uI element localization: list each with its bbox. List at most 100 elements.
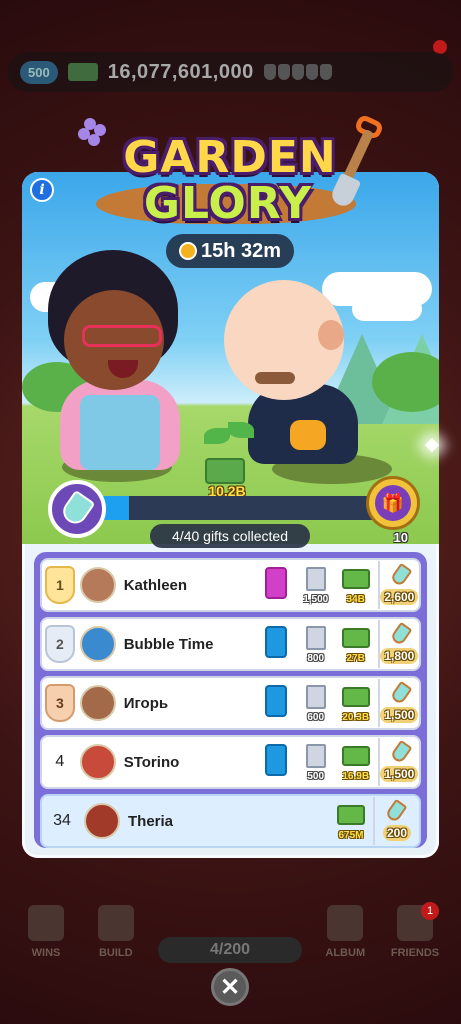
player-name: Игорь [123, 694, 169, 712]
rank: 2 [55, 636, 64, 652]
sticker-pack-icon [264, 567, 287, 599]
building-reward: 500 [298, 740, 334, 784]
gardener-woman-glasses [82, 325, 162, 347]
points-value: 1,500 [380, 766, 419, 782]
cash-reward: 675M [333, 799, 369, 843]
sprout-icon [200, 420, 260, 460]
rank: 4 [55, 753, 65, 770]
rank-cell: 3 [42, 678, 78, 728]
gift-count: 10 [393, 530, 408, 545]
building-icon [305, 685, 326, 709]
avatar [79, 567, 116, 603]
trowel-badge[interactable] [48, 480, 106, 538]
rank: 1 [55, 577, 64, 593]
dice-counter[interactable]: 500 [20, 60, 58, 84]
gift-badge[interactable]: 🎁 [366, 476, 420, 530]
board-progress: 4/200 [158, 937, 302, 963]
cash-stack-icon [341, 569, 370, 589]
close-button[interactable]: ✕ [211, 968, 249, 1006]
points-cell: 1,800 [377, 620, 419, 668]
rewards: 675M [333, 799, 369, 843]
gift-icon: 🎁 [375, 485, 411, 521]
leaderboard-row[interactable]: 1 Kathleen 1,500 34B 2,600 [40, 558, 421, 612]
nav-wins[interactable]: WINS [16, 905, 76, 975]
rewards: 800 27B [258, 622, 374, 666]
player-name: STorino [123, 753, 180, 771]
cash-stack-icon [341, 628, 370, 648]
leaderboard-row[interactable]: 3 Игорь 600 20.3B 1,500 [40, 676, 421, 730]
sticker-pack-icon [264, 626, 287, 658]
trowel-icon [389, 680, 413, 706]
current-player-row[interactable]: 34 Theria 675M 200 [40, 794, 421, 848]
avatar [79, 626, 116, 662]
cash-icon [67, 63, 98, 81]
building-icon [305, 567, 326, 591]
cash-reward: 27B [338, 622, 374, 666]
rewards: 500 16.9B [258, 740, 374, 784]
trowel-icon [58, 489, 96, 529]
points-value: 1,500 [380, 707, 419, 723]
player-name: Kathleen [123, 576, 188, 594]
album-icon [327, 905, 364, 941]
points-value: 1,800 [380, 648, 419, 664]
rewards: 1,500 34B [258, 563, 374, 607]
sticker-pack-reward [258, 740, 294, 784]
sticker-pack-reward [258, 563, 294, 607]
player-name: Bubble Time [123, 635, 214, 653]
cash-balance: 16,077,601,000 [107, 60, 254, 83]
sticker-pack-icon [264, 744, 287, 776]
rank: 34 [53, 812, 71, 829]
trowel-icon [389, 562, 413, 588]
cash-value: 16.9B [342, 771, 370, 782]
building-icon [305, 626, 326, 650]
points-value: 2,600 [380, 589, 419, 605]
trowel-icon [389, 739, 413, 765]
leaderboard-row[interactable]: 2 Bubble Time 800 27B 1,800 [40, 617, 421, 671]
silver-trophy-icon: 2 [44, 625, 75, 663]
player-name: Theria [128, 812, 174, 830]
gifts-collected-text: 4/40 gifts collected [150, 524, 310, 548]
sticker-pack-reward [258, 622, 294, 666]
trowel-icon [389, 621, 413, 647]
points-cell: 200 [373, 797, 419, 845]
avatar [84, 803, 120, 839]
cash-value: 27B [346, 653, 365, 664]
nav-album[interactable]: ALBUM [315, 905, 375, 975]
event-timer: 15h 32m [166, 234, 294, 268]
shovel-icon [328, 113, 390, 218]
building-reward: 600 [298, 681, 334, 725]
cash-value: 34B [346, 594, 365, 605]
bronze-trophy-icon: 3 [44, 684, 75, 722]
points-value: 200 [382, 825, 412, 841]
points-cell: 2,600 [377, 561, 419, 609]
cash-value: 675M [338, 830, 364, 841]
rank-cell: 1 [42, 560, 78, 610]
leaderboard-row[interactable]: 4 STorino 500 16.9B 1,500 [40, 735, 421, 789]
wins-icon [28, 905, 64, 941]
nav-build[interactable]: BUILD [86, 905, 146, 975]
cash-reward: 16.9B [338, 740, 374, 784]
mr-monopoly-glove [290, 420, 326, 450]
rank-cell: 4 [42, 737, 78, 787]
info-button[interactable]: i [30, 178, 54, 202]
timer-text: 15h 32m [200, 239, 282, 262]
event-progress: 🎁 10 4/40 gifts collected [40, 476, 420, 550]
sticker-pack-reward [258, 681, 294, 725]
avatar [79, 744, 116, 780]
building-reward: 800 [298, 622, 334, 666]
trowel-icon [384, 798, 408, 824]
cash-stack-icon [337, 805, 365, 825]
cash-reward: 34B [338, 563, 374, 607]
building-value: 1,500 [303, 594, 329, 605]
building-value: 600 [307, 712, 325, 723]
rewards: 600 20.3B [258, 681, 374, 725]
building-value: 800 [307, 653, 325, 664]
rank-cell: 2 [42, 619, 78, 669]
sticker-pack-icon [264, 685, 287, 717]
progress-bar [100, 496, 390, 520]
shields [263, 64, 332, 80]
cash-stack-icon [341, 687, 370, 707]
stopwatch-icon [178, 242, 197, 260]
cash-reward: 20.3B [338, 681, 374, 725]
mr-monopoly-mustache [255, 372, 295, 384]
